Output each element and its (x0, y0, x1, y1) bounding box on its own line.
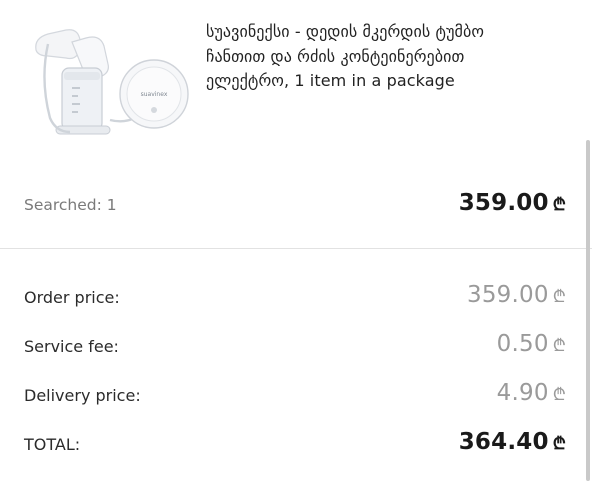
total-value: 364.40 ₾ (459, 429, 566, 455)
lari-currency-icon: ₾ (552, 434, 566, 454)
section-divider (0, 248, 592, 249)
searched-count: 1 (106, 196, 117, 214)
product-title-line-2: ჩანთით და რძის კონტეინერებით (206, 46, 465, 66)
lari-currency-icon: ₾ (552, 195, 566, 215)
total-row: TOTAL: 364.40 ₾ (0, 429, 592, 465)
searched-label-text: Searched: (24, 196, 102, 214)
product-title-line-3: ელექტრო, 1 item in a package (206, 71, 455, 90)
service-fee-amount: 0.50 (496, 331, 549, 357)
searched-row: Searched: 1 359.00 ₾ (0, 184, 592, 230)
lari-currency-icon: ₾ (552, 336, 566, 356)
order-price-row: Order price: 359.00 ₾ (0, 282, 592, 318)
searched-price: 359.00 ₾ (459, 190, 566, 216)
product-card[interactable]: suavinex სუავინექსი - დედის მკერდის ტუმბ… (0, 0, 592, 148)
scrollbar-thumb[interactable] (586, 140, 590, 481)
delivery-price-value: 4.90 ₾ (497, 380, 566, 406)
device-brand-label: suavinex (141, 91, 168, 98)
delivery-price-row: Delivery price: 4.90 ₾ (0, 380, 592, 416)
product-image[interactable]: suavinex (26, 20, 196, 140)
service-fee-value: 0.50 ₾ (497, 331, 566, 357)
delivery-price-label: Delivery price: (24, 386, 141, 405)
service-fee-label: Service fee: (24, 337, 119, 356)
total-amount: 364.40 (458, 429, 549, 455)
order-price-label: Order price: (24, 288, 120, 307)
product-title[interactable]: სუავინექსი - დედის მკერდის ტუმბო ჩანთით … (206, 20, 566, 94)
total-label: TOTAL: (24, 435, 81, 454)
searched-price-value: 359.00 (458, 190, 549, 216)
product-title-line-1: სუავინექსი - დედის მკერდის ტუმბო (206, 22, 485, 41)
delivery-price-amount: 4.90 (496, 380, 549, 406)
lari-currency-icon: ₾ (552, 385, 566, 405)
order-price-amount: 359.00 (467, 282, 549, 308)
service-fee-row: Service fee: 0.50 ₾ (0, 331, 592, 367)
lari-currency-icon: ₾ (552, 287, 566, 307)
searched-label: Searched: 1 (24, 196, 117, 214)
order-price-value: 359.00 ₾ (467, 282, 566, 308)
